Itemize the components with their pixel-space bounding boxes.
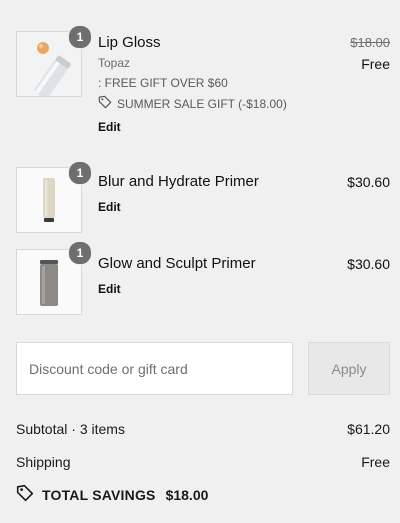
subtotal-value: $61.20 (347, 421, 390, 437)
shipping-value: Free (361, 454, 390, 470)
line-price: Free (361, 56, 390, 72)
line-price: $30.60 (347, 174, 390, 190)
product-name[interactable]: Glow and Sculpt Primer (98, 255, 256, 272)
product-thumbnail-glow-sculpt-primer (16, 249, 82, 315)
promo-text: : FREE GIFT OVER $60 (98, 76, 228, 90)
total-savings-label: TOTAL SAVINGS (42, 486, 156, 503)
total-savings-value: $18.00 (165, 486, 209, 503)
quantity-badge: 1 (68, 241, 92, 265)
promo-text: SUMMER SALE GIFT (-$18.00) (117, 96, 287, 111)
line-price: $30.60 (347, 256, 390, 272)
subtotal-row: Subtotal · 3 items $61.20 (16, 421, 390, 437)
quantity-badge: 1 (68, 25, 92, 49)
total-savings-row: TOTAL SAVINGS $18.00 (16, 484, 208, 505)
apply-button[interactable]: Apply (308, 342, 390, 395)
tag-icon (98, 95, 112, 112)
subtotal-label: Subtotal · 3 items (16, 421, 125, 437)
edit-link[interactable]: Edit (98, 282, 121, 296)
edit-link[interactable]: Edit (98, 120, 121, 134)
edit-link[interactable]: Edit (98, 200, 121, 214)
product-name[interactable]: Blur and Hydrate Primer (98, 173, 259, 190)
promo-line: SUMMER SALE GIFT (-$18.00) (98, 95, 287, 112)
product-thumbnail-blur-hydrate-primer (16, 167, 82, 233)
shipping-label: Shipping (16, 454, 71, 470)
promo-line: : FREE GIFT OVER $60 (98, 76, 228, 90)
cart-line-item: 1 Lip Gloss $18.00 Free Topaz : FREE GIF… (0, 0, 400, 140)
product-variant: Topaz (98, 56, 131, 70)
original-price: $18.00 (350, 35, 390, 50)
discount-code-input[interactable] (16, 342, 293, 395)
shipping-row: Shipping Free (16, 454, 390, 470)
quantity-badge: 1 (68, 161, 92, 185)
tag-icon (16, 484, 34, 505)
product-name[interactable]: Lip Gloss (98, 34, 161, 51)
